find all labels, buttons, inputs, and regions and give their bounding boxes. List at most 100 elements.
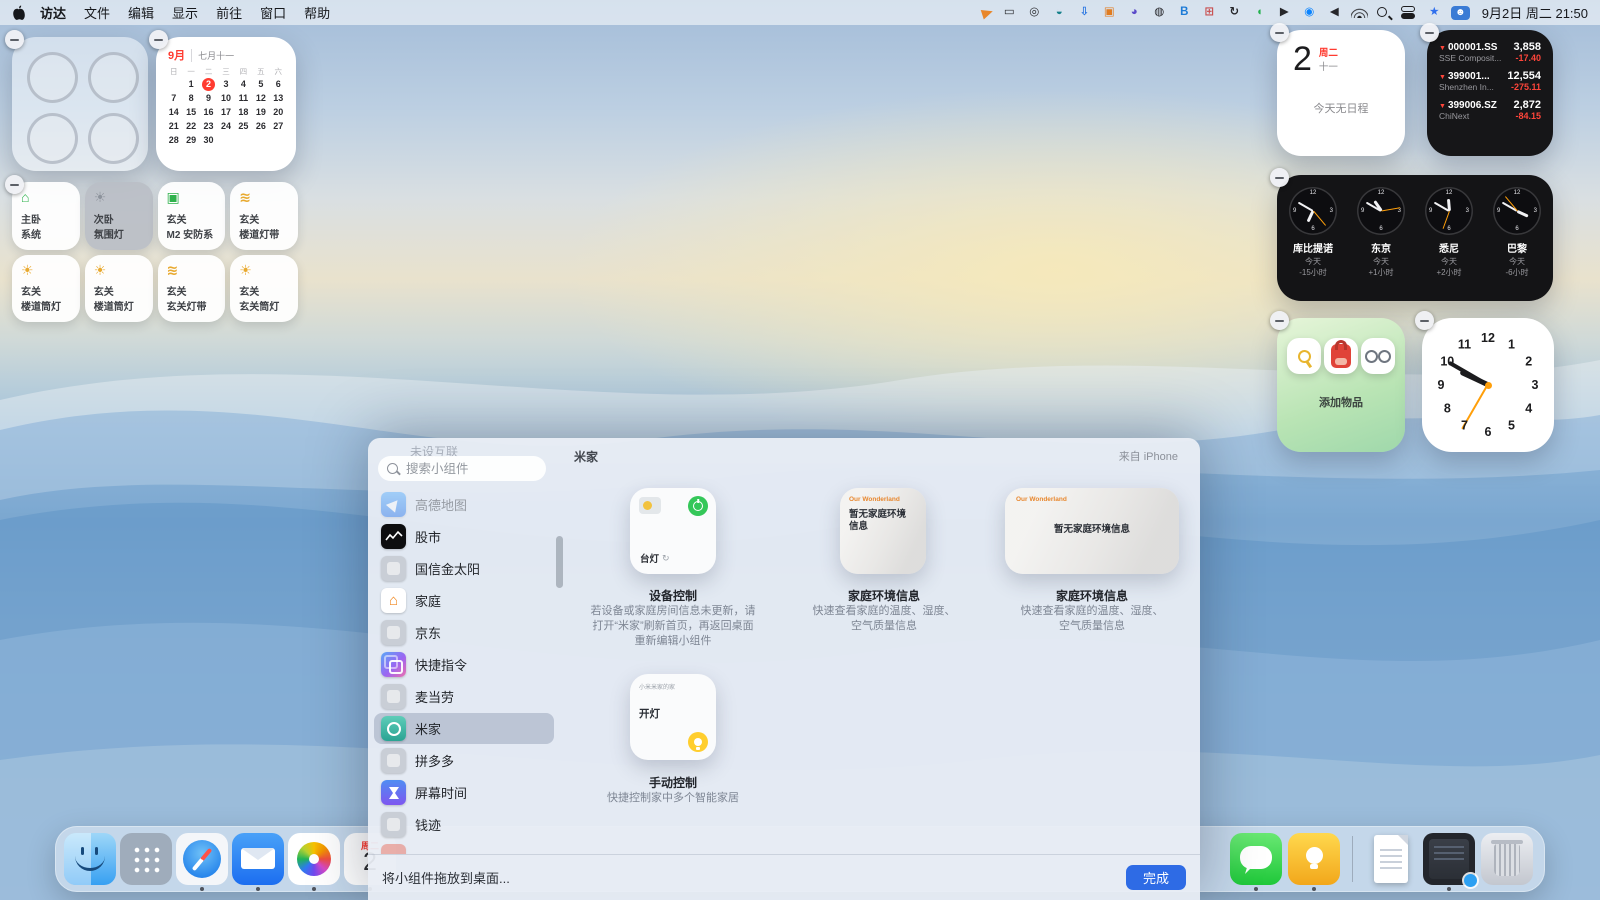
stock-row[interactable]: ▼399006.SZ2,872ChiNext-84.15: [1439, 99, 1541, 121]
volume-icon[interactable]: ◀: [1326, 4, 1343, 21]
menu-item-0[interactable]: 访达: [31, 3, 75, 22]
sidebar-item-拼多多[interactable]: 拼多多: [374, 745, 554, 776]
whale-icon[interactable]: ◒: [1051, 4, 1068, 21]
wifi-icon[interactable]: [1351, 7, 1368, 18]
dock-icon-document[interactable]: [1365, 833, 1417, 885]
dock-icon-launchpad[interactable]: [120, 833, 172, 885]
sidebar-item-屏幕时间[interactable]: 屏幕时间: [374, 777, 554, 808]
bluetooth-icon[interactable]: B: [1176, 4, 1193, 21]
sidebar-item-麦当劳[interactable]: 麦当劳: [374, 681, 554, 712]
day-label: 今天: [1373, 256, 1389, 267]
lens-icon[interactable]: ◕: [1126, 4, 1143, 21]
widget-card-manual-control[interactable]: 小米米家的家 开灯: [630, 674, 716, 760]
display-icon[interactable]: ▭: [1001, 4, 1018, 21]
smart-home-circles-widget[interactable]: [12, 37, 148, 171]
menu-item-6[interactable]: 帮助: [295, 3, 339, 22]
done-button[interactable]: 完成: [1126, 865, 1186, 890]
star-icon[interactable]: ★: [1426, 4, 1443, 21]
calendar-date: 22: [182, 120, 199, 133]
scene-button-grid: ⌂主卧系统☀次卧氛围灯▣玄关M2 安防系≋玄关楼道灯带 ☀玄关楼道筒灯☀玄关楼道筒…: [12, 182, 298, 322]
scene-room-label: 玄关: [21, 283, 41, 298]
widget-card-env-medium[interactable]: Our Wonderland 暂无家庭环境信息: [1005, 488, 1179, 574]
dock-icon-photos[interactable]: [288, 833, 340, 885]
sidebar-item-钱迹[interactable]: 钱迹: [374, 809, 554, 840]
dock-icon-trash[interactable]: [1481, 833, 1533, 885]
calendar-date: 27: [270, 120, 287, 133]
sidebar-item-app-11[interactable]: [374, 841, 554, 854]
clock-number: 6: [1485, 425, 1492, 439]
sidebar-item-家庭[interactable]: ⌂家庭: [374, 585, 554, 616]
switch-user-icon[interactable]: ☻: [1451, 6, 1470, 20]
calendar-month-widget[interactable]: 9月 七月十一 日一二三四五六1234567891011121314151617…: [156, 37, 296, 171]
search-input[interactable]: [404, 461, 537, 477]
scene-button[interactable]: ☀玄关玄关筒灯: [230, 255, 298, 323]
dock-icon-messages[interactable]: [1230, 833, 1282, 885]
grid-icon[interactable]: ⊞: [1201, 4, 1218, 21]
menu-item-3[interactable]: 显示: [163, 3, 207, 22]
find-my-items-widget[interactable]: 添加物品: [1277, 318, 1405, 452]
scene-button[interactable]: ▣玄关M2 安防系: [158, 182, 226, 250]
world-clock: 12369库比提诺今天-15小时: [1281, 187, 1345, 278]
sync-icon: ↻: [662, 553, 670, 564]
sidebar-item-国信金太阳[interactable]: 国信金太阳: [374, 553, 554, 584]
scene-button[interactable]: ≋玄关楼道灯带: [230, 182, 298, 250]
sidebar-item-高德地图[interactable]: 高德地图: [374, 489, 554, 520]
remove-widget-button[interactable]: [1270, 311, 1289, 330]
scene-button[interactable]: ☀次卧氛围灯: [85, 182, 153, 250]
package-icon[interactable]: ▣: [1101, 4, 1118, 21]
remove-widget-button[interactable]: [5, 30, 24, 49]
scene-button[interactable]: ☀玄关楼道筒灯: [85, 255, 153, 323]
world-clock-widget[interactable]: 12369库比提诺今天-15小时12369东京今天+1小时12369悉尼今天+2…: [1277, 175, 1553, 301]
analog-clock-widget[interactable]: 123456789101112: [1422, 318, 1554, 452]
widget-card-env-small[interactable]: Our Wonderland 暂无家庭环境 信息: [840, 488, 926, 574]
profile-icon[interactable]: ◉: [1301, 4, 1318, 21]
scene-button[interactable]: ≋玄关玄关灯带: [158, 255, 226, 323]
search-icon[interactable]: [1376, 6, 1393, 19]
chat-icon[interactable]: ◖: [1251, 4, 1268, 21]
shortcuts-app-icon: [381, 652, 406, 677]
menu-item-5[interactable]: 窗口: [251, 3, 295, 22]
menu-item-4[interactable]: 前往: [207, 3, 251, 22]
remove-widget-button[interactable]: [149, 30, 168, 49]
remove-widget-button[interactable]: [1270, 23, 1289, 42]
apple-menu-icon[interactable]: [12, 5, 29, 20]
stock-row[interactable]: ▼000001.SS3,858SSE Composit...-17.40: [1439, 41, 1541, 63]
dock-icon-finder[interactable]: [64, 833, 116, 885]
dock-icon-mail[interactable]: [232, 833, 284, 885]
sidebar-item-京东[interactable]: 京东: [374, 617, 554, 648]
widget-search-field[interactable]: [378, 456, 546, 481]
menubar-clock[interactable]: 9月2日 周二 21:50: [1482, 3, 1588, 22]
record-icon[interactable]: ◎: [1026, 4, 1043, 21]
smart-home-scenes-widget[interactable]: ⌂主卧系统☀次卧氛围灯▣玄关M2 安防系≋玄关楼道灯带 ☀玄关楼道筒灯☀玄关楼道筒…: [12, 182, 298, 322]
sidebar-item-股市[interactable]: 股市: [374, 521, 554, 552]
control-center-icon[interactable]: [1401, 6, 1418, 19]
placeholder-app-icon: [381, 556, 406, 581]
sidebar-item-label: 快捷指令: [415, 655, 467, 674]
remove-widget-button[interactable]: [5, 175, 24, 194]
calendar-day-widget[interactable]: 2 周二 十一 今天无日程: [1277, 30, 1405, 156]
paper-plane-icon[interactable]: [981, 6, 995, 19]
scene-button[interactable]: ⌂主卧系统: [12, 182, 80, 250]
sidebar-item-快捷指令[interactable]: 快捷指令: [374, 649, 554, 680]
play-icon[interactable]: ▶: [1276, 4, 1293, 21]
remove-widget-button[interactable]: [1420, 23, 1439, 42]
shield-icon[interactable]: ◍: [1151, 4, 1168, 21]
history-icon[interactable]: ↻: [1226, 4, 1243, 21]
sidebar-scrollbar[interactable]: [556, 536, 563, 588]
calendar-date: 13: [270, 92, 287, 105]
calendar-date: 5: [252, 78, 269, 91]
remove-widget-button[interactable]: [1270, 168, 1289, 187]
sidebar-item-米家[interactable]: 米家: [374, 713, 554, 744]
dock-icon-preview[interactable]: [1423, 833, 1475, 885]
menu-item-1[interactable]: 文件: [75, 3, 119, 22]
scene-button[interactable]: ☀玄关楼道筒灯: [12, 255, 80, 323]
menu-item-2[interactable]: 编辑: [119, 3, 163, 22]
download-icon[interactable]: ⇩: [1076, 4, 1093, 21]
stocks-widget[interactable]: ▼000001.SS3,858SSE Composit...-17.40 ▼399…: [1427, 30, 1553, 156]
dock-icon-home-app[interactable]: [1288, 833, 1340, 885]
remove-widget-button[interactable]: [1415, 311, 1434, 330]
clock-number: 3: [1534, 208, 1537, 214]
dock-icon-safari[interactable]: [176, 833, 228, 885]
widget-card-device-control[interactable]: 台灯 ↻: [630, 488, 716, 574]
stock-row[interactable]: ▼399001...12,554Shenzhen In...-275.11: [1439, 70, 1541, 92]
